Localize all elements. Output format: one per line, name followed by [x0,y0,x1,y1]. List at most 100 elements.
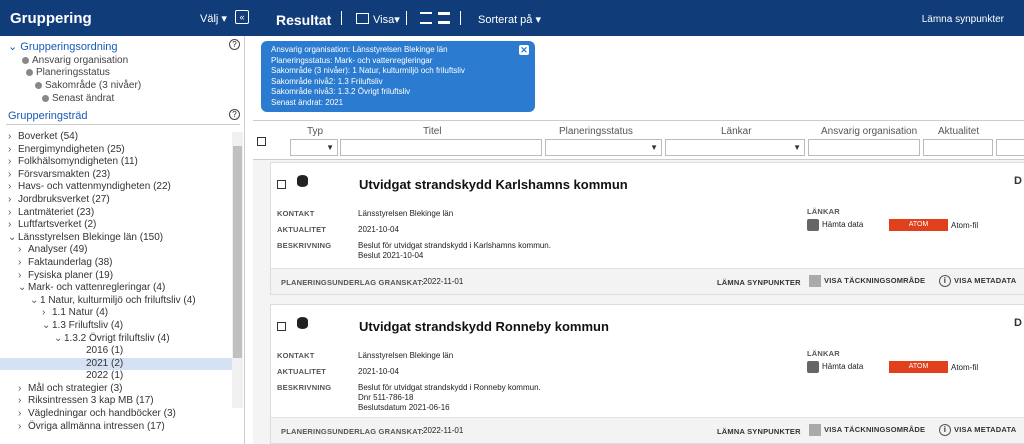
tree-node[interactable]: › Havs- och vattenmyndigheten (22) [0,181,232,194]
tree-node[interactable]: › Analyser (49) [0,244,232,257]
tree-scrollbar[interactable] [232,132,243,408]
tree-node[interactable]: › Folkhälsomyndigheten (11) [0,156,232,169]
column-header-lankar[interactable]: Länkar [721,126,752,137]
order-item[interactable]: Planeringsstatus [26,67,110,78]
close-icon[interactable]: ✕ [519,45,529,55]
chevron-right-icon[interactable]: › [18,383,28,396]
tree-node[interactable]: › Jordbruksverket (27) [0,194,232,207]
chevron-down-icon[interactable]: ⌄ [8,232,18,245]
tree-node[interactable]: › Boverket (54) [0,131,232,144]
tree-node[interactable]: ⌄ Mark- och vattenregleringar (4) [0,282,232,295]
order-item[interactable]: Ansvarig organisation [22,55,128,66]
tree-node[interactable]: › Vägledningar och handböcker (3) [0,408,232,421]
select-all-checkbox[interactable] [257,137,266,146]
aktualitet-filter-input[interactable] [923,139,993,156]
titel-filter-input[interactable] [340,139,542,156]
atom-file-link[interactable]: Atom-fil [951,363,978,373]
chevron-down-icon[interactable]: ⌄ [30,295,40,308]
chevron-right-icon[interactable]: › [8,219,18,232]
extra-filter-input[interactable] [996,139,1024,156]
chevron-right-icon[interactable]: › [42,307,52,320]
help-icon[interactable]: ? [229,39,240,50]
tree-node[interactable]: › Riksintressen 3 kap MB (17) [0,395,232,408]
show-metadata-link[interactable]: i VISA METADATA [939,275,1016,287]
chevron-right-icon[interactable]: › [8,156,18,169]
tree-node[interactable]: ⌄ 1.3.2 Övrigt friluftsliv (4) [0,333,232,346]
tree-node[interactable]: ⌄ 1.3 Friluftsliv (4) [0,320,232,333]
feedback-link[interactable]: LÄMNA SYNPUNKTER [717,427,801,436]
chevron-right-icon[interactable]: › [8,207,18,220]
chevron-right-icon[interactable]: › [8,144,18,157]
help-icon[interactable]: ? [229,109,240,120]
hamta-data-link[interactable]: Hämta data [807,361,863,373]
column-header-planeringsstatus[interactable]: Planeringsstatus [559,126,633,137]
column-header-aktualitet[interactable]: Aktualitet [938,126,979,137]
chevron-right-icon[interactable]: › [18,421,28,434]
list-compact-icon[interactable] [420,12,432,24]
chevron-down-icon[interactable]: ⌄ [18,282,28,295]
info-icon: i [939,275,951,287]
tree-node[interactable]: › Fysiska planer (19) [0,270,232,283]
sort-dropdown[interactable]: Sorterat på ▾ [478,13,541,26]
tree-node[interactable]: 2022 (1) [0,370,232,383]
hamta-data-link[interactable]: Hämta data [807,219,863,231]
tree-node[interactable]: › Försvarsmakten (23) [0,169,232,182]
ansvarig-filter-input[interactable] [808,139,920,156]
chevron-right-icon[interactable]: › [8,181,18,194]
tree-node[interactable]: › Energimyndigheten (25) [0,144,232,157]
feedback-link[interactable]: LÄMNA SYNPUNKTER [717,278,801,287]
tree-node[interactable]: › Övriga allmänna intressen (17) [0,421,232,434]
tree-node[interactable]: › Lantmäteriet (23) [0,207,232,220]
tree-node[interactable]: › Luftfartsverket (2) [0,219,232,232]
show-metadata-link[interactable]: i VISA METADATA [939,424,1016,436]
lankar-filter-select[interactable]: ▼ [665,139,805,156]
chevron-right-icon[interactable]: › [18,244,28,257]
planeringsstatus-filter-select[interactable]: ▼ [545,139,662,156]
result-title[interactable]: Utvidgat strandskydd Ronneby kommun [359,319,609,334]
chevron-down-icon[interactable]: ⌄ [54,333,64,346]
tree-node[interactable]: ⌄ Länsstyrelsen Blekinge län (150) [0,232,232,245]
tree-node[interactable]: › Mål och strategier (3) [0,383,232,396]
chevron-right-icon[interactable]: › [18,257,28,270]
visa-dropdown[interactable]: Visa▾ [373,13,400,26]
tree-node[interactable]: 2016 (1) [0,345,232,358]
atom-button[interactable]: ATOM [889,219,948,231]
scrollbar-thumb[interactable] [233,146,242,358]
show-coverage-link[interactable]: VISA TÄCKNINGSOMRÅDE [809,424,925,436]
result-checkbox[interactable] [277,322,286,331]
result-title: Resultat [276,12,332,28]
order-heading[interactable]: ⌄ Grupperingsordning [8,40,118,53]
chevron-down-icon[interactable]: ⌄ [42,320,52,333]
list-expanded-icon[interactable] [438,12,450,24]
tree-node-label: 1.3 Friluftsliv (4) [52,319,124,331]
column-header-typ[interactable]: Typ [307,126,323,137]
chevron-right-icon[interactable]: › [8,131,18,144]
chevron-right-icon[interactable]: › [8,169,18,182]
tree-node[interactable]: 2021 (2) [0,357,232,371]
tree-node[interactable]: › Faktaunderlag (38) [0,257,232,270]
typ-filter-select[interactable]: ▼ [290,139,338,156]
chevron-right-icon[interactable]: › [8,194,18,207]
grid-icon[interactable] [356,13,369,24]
feedback-link[interactable]: Lämna synpunkter [922,14,1004,25]
result-checkbox[interactable] [277,180,286,189]
tree-node[interactable]: ⌄ 1 Natur, kulturmiljö och friluftsliv (4… [0,295,232,308]
column-header-titel[interactable]: Titel [423,126,442,137]
order-item[interactable]: Sakområde (3 nivåer) [35,80,141,91]
result-title[interactable]: Utvidgat strandskydd Karlshamns kommun [359,177,628,192]
chevron-right-icon[interactable]: › [18,395,28,408]
atom-button[interactable]: ATOM [889,361,948,373]
caret-down-icon: ▼ [793,143,801,152]
atom-file-link[interactable]: Atom-fil [951,221,978,231]
valj-dropdown[interactable]: Välj ▾ [200,12,227,25]
tree-node[interactable]: › 1.1 Natur (4) [0,307,232,320]
drag-handle-icon [22,56,29,64]
results-table-header: Typ Titel Planeringsstatus Länkar Ansvar… [253,120,1024,160]
caret-down-icon: ▼ [326,143,334,152]
chevron-right-icon[interactable]: › [18,270,28,283]
collapse-icon[interactable]: « [235,10,249,24]
order-item[interactable]: Senast ändrat [42,93,114,104]
chevron-right-icon[interactable]: › [18,408,28,421]
column-header-ansvarig[interactable]: Ansvarig organisation [821,126,917,137]
show-coverage-link[interactable]: VISA TÄCKNINGSOMRÅDE [809,275,925,287]
